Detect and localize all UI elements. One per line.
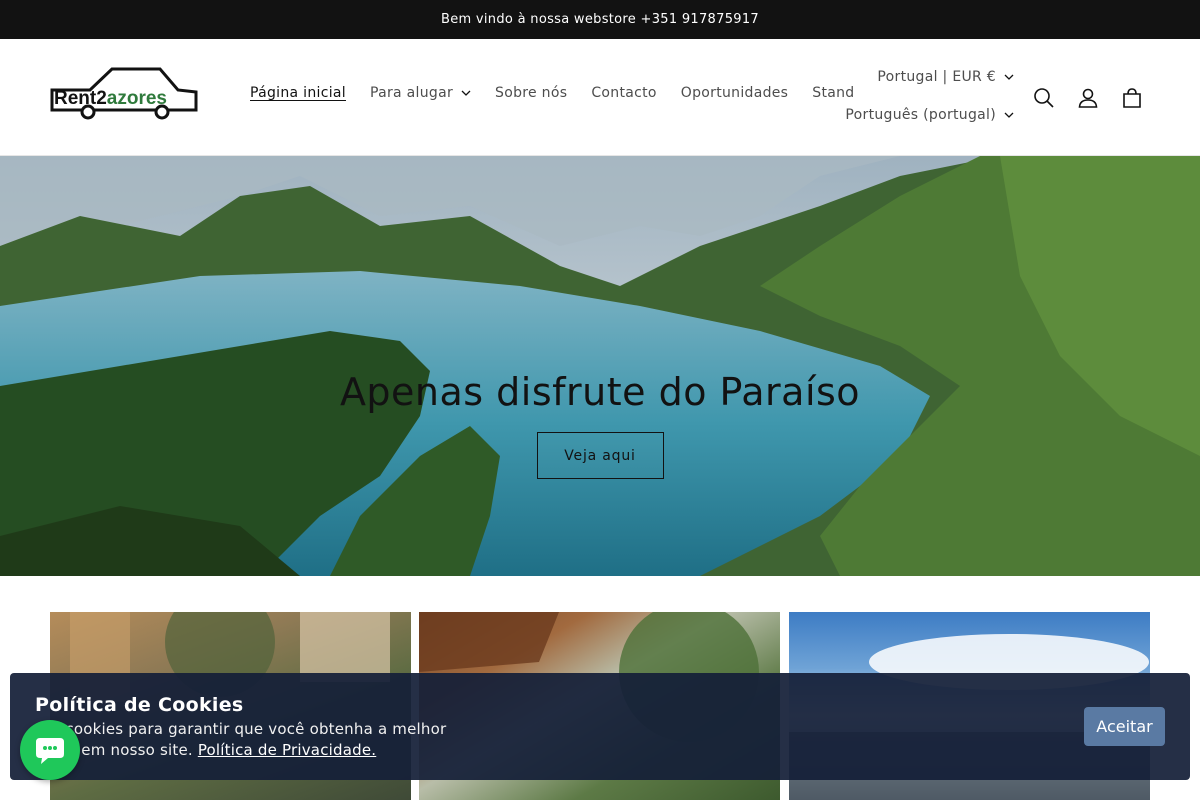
search-button[interactable]: [1029, 83, 1059, 113]
cart-button[interactable]: [1117, 83, 1147, 113]
account-icon: [1078, 88, 1098, 108]
cookie-text-line1: sos cookies para garantir que você obten…: [35, 720, 447, 738]
search-icon: [1034, 88, 1054, 108]
country-selector-label: Portugal | EUR €: [877, 69, 996, 85]
announcement-text: Bem vindo à nossa webstore +351 91787591…: [440, 12, 759, 27]
hero-banner: Apenas disfrute do Paraíso Veja aqui: [0, 156, 1200, 576]
language-selector-label: Português (portugal): [845, 107, 996, 123]
hero-title: Apenas disfrute do Paraíso: [339, 370, 861, 414]
chevron-down-icon: [461, 90, 471, 96]
hero-cta-button[interactable]: Veja aqui: [536, 432, 664, 479]
logo-text-suffix: azores: [107, 88, 167, 109]
cart-icon: [1123, 88, 1141, 108]
account-button[interactable]: [1073, 83, 1103, 113]
nav-item-stand[interactable]: Stand: [800, 85, 866, 101]
logo-text-prefix: Rent2: [54, 88, 107, 109]
chat-icon: [36, 738, 64, 764]
chevron-down-icon: [1004, 74, 1014, 80]
nav-item-opportunities[interactable]: Oportunidades: [669, 85, 801, 101]
hero-content: Apenas disfrute do Paraíso Veja aqui: [0, 156, 1200, 576]
main-nav: Página inicial Para alugar Sobre nós Con…: [238, 85, 867, 101]
cookie-title: Política de Cookies: [35, 694, 244, 716]
announcement-bar: Bem vindo à nossa webstore +351 91787591…: [0, 0, 1200, 39]
site-header: Rent2azores Página inicial Para alugar S…: [0, 39, 1200, 156]
nav-item-about[interactable]: Sobre nós: [483, 85, 579, 101]
privacy-policy-link[interactable]: Política de Privacidade.: [198, 741, 376, 759]
accept-cookies-button[interactable]: Aceitar: [1084, 707, 1165, 746]
chat-button[interactable]: [20, 720, 80, 780]
nav-item-rent[interactable]: Para alugar: [358, 85, 483, 101]
cookie-banner: Política de Cookies sos cookies para gar…: [10, 673, 1190, 780]
language-selector[interactable]: Português (portugal): [845, 107, 1014, 123]
chevron-down-icon: [1004, 112, 1014, 118]
nav-item-contact[interactable]: Contacto: [579, 85, 668, 101]
logo-car-icon: Rent2azores: [50, 67, 198, 120]
cookie-text: sos cookies para garantir que você obten…: [35, 719, 475, 761]
svg-text:Rent2azores: Rent2azores: [54, 88, 167, 109]
country-selector[interactable]: Portugal | EUR €: [877, 69, 1014, 85]
nav-item-home[interactable]: Página inicial: [238, 85, 358, 101]
logo[interactable]: Rent2azores: [50, 66, 200, 122]
